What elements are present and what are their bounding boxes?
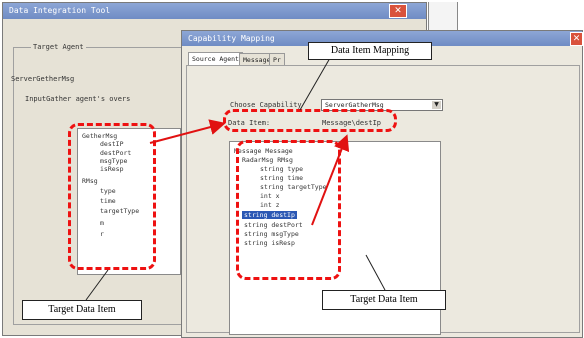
front-window-title: Capability Mapping bbox=[188, 34, 275, 43]
choose-capability-value: ServerGatherMsg bbox=[325, 101, 384, 109]
data-item-mapping-callout: Data Item Mapping bbox=[308, 42, 432, 60]
target-data-item-callout-left: Target Data Item bbox=[22, 300, 142, 320]
data-item-highlight bbox=[223, 109, 397, 132]
target-agent-label: Target Agent bbox=[31, 43, 86, 51]
back-window-title: Data Integration Tool bbox=[9, 6, 111, 15]
tab-source-agent[interactable]: Source Agent bbox=[188, 52, 243, 65]
close-icon: ✕ bbox=[572, 34, 581, 44]
choose-capability-label: Choose Capability bbox=[230, 101, 302, 109]
left-target-highlight bbox=[68, 123, 156, 270]
chevron-down-icon: ▼ bbox=[432, 101, 441, 109]
front-window-close-button[interactable]: ✕ bbox=[570, 32, 583, 46]
back-window-close-button[interactable]: ✕ bbox=[389, 4, 407, 18]
close-icon: ✕ bbox=[394, 6, 402, 16]
input-agent-label: InputGather agent's overs bbox=[25, 95, 131, 103]
background-window-edge bbox=[428, 2, 458, 32]
server-name-label: ServerGetherMsg bbox=[11, 75, 75, 83]
back-window-titlebar: Data Integration Tool bbox=[3, 3, 426, 19]
source-tree-highlight bbox=[236, 140, 341, 280]
target-data-item-callout-right: Target Data Item bbox=[322, 290, 446, 310]
